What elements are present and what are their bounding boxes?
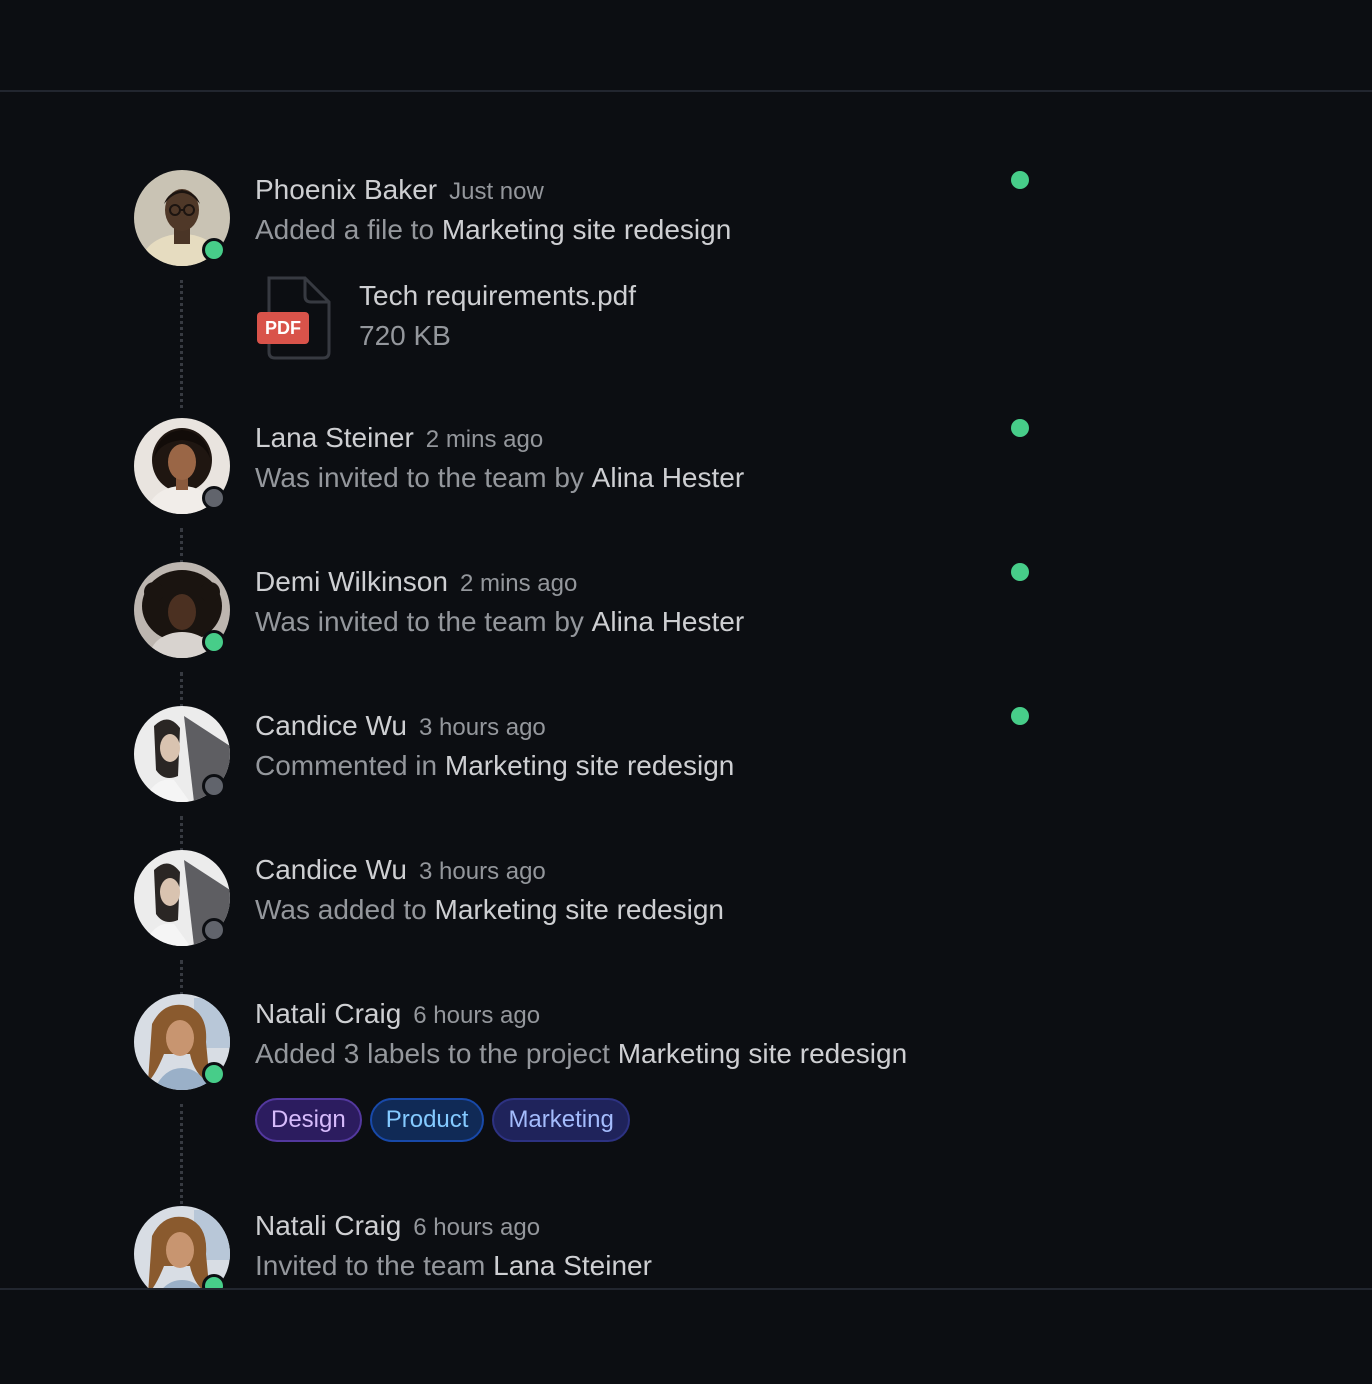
feed-item-content: Candice Wu 3 hours ago Was added to Marke…: [255, 850, 1015, 930]
timestamp: 2 mins ago: [459, 570, 578, 597]
online-status-dot: [202, 238, 226, 262]
label-list: Design Product Marketing: [255, 1098, 1015, 1142]
action-text: Was invited to the team by: [255, 606, 592, 637]
online-status-dot: [202, 630, 226, 654]
avatar[interactable]: [134, 170, 230, 266]
unread-indicator: [1011, 171, 1029, 189]
user-name[interactable]: Natali Craig: [255, 1210, 401, 1241]
timeline-connector: [180, 672, 183, 708]
bottom-divider: [0, 1288, 1372, 1290]
online-status-dot: [202, 1062, 226, 1086]
avatar[interactable]: [134, 562, 230, 658]
user-name[interactable]: Candice Wu: [255, 710, 407, 741]
timestamp: 3 hours ago: [419, 714, 546, 741]
label-badge-design[interactable]: Design: [255, 1098, 362, 1142]
user-name[interactable]: Candice Wu: [255, 854, 407, 885]
timeline-connector: [180, 280, 183, 408]
offline-status-dot: [202, 486, 226, 510]
timestamp: Just now: [449, 178, 544, 205]
file-attachment[interactable]: PDF Tech requirements.pdf 720 KB: [255, 276, 1015, 366]
timeline-connector: [180, 1104, 183, 1204]
svg-text:PDF: PDF: [265, 318, 301, 338]
action-target-link[interactable]: Lana Steiner: [493, 1250, 652, 1281]
avatar[interactable]: [134, 418, 230, 514]
avatar[interactable]: [134, 706, 230, 802]
action-target-link[interactable]: Alina Hester: [592, 462, 745, 493]
file-name[interactable]: Tech requirements.pdf: [359, 276, 636, 316]
timestamp: 6 hours ago: [413, 1214, 541, 1241]
avatar[interactable]: [134, 850, 230, 946]
user-name[interactable]: Natali Craig: [255, 998, 401, 1029]
feed-item-content: Phoenix Baker Just now Added a file to Ma…: [255, 170, 1015, 366]
user-name[interactable]: Lana Steiner: [255, 422, 414, 453]
offline-status-dot: [202, 774, 226, 798]
label-badge-product[interactable]: Product: [369, 1098, 485, 1142]
feed-item-content: Natali Craig 6 hours ago Added 3 labels t…: [255, 994, 1015, 1142]
timeline-connector: [180, 528, 183, 564]
timestamp: 2 mins ago: [425, 426, 544, 453]
activity-feed-list[interactable]: Phoenix Baker Just now Added a file to Ma…: [0, 92, 1372, 1288]
feed-item-content: Demi Wilkinson 2 mins ago Was invited to …: [255, 562, 1015, 642]
timestamp: 6 hours ago: [413, 1002, 541, 1029]
timestamp: 3 hours ago: [419, 858, 546, 885]
pdf-file-icon: PDF: [257, 276, 331, 360]
action-text: Commented in: [255, 750, 445, 781]
feed-item-content: Natali Craig 6 hours ago Invited to the t…: [255, 1206, 1015, 1286]
avatar[interactable]: [134, 994, 230, 1090]
action-target-link[interactable]: Marketing site redesign: [618, 1038, 907, 1069]
user-name[interactable]: Demi Wilkinson: [255, 566, 448, 597]
action-target-link[interactable]: Alina Hester: [592, 606, 745, 637]
feed-item-content: Candice Wu 3 hours ago Commented in Marke…: [255, 706, 1015, 786]
label-badge-marketing[interactable]: Marketing: [492, 1098, 630, 1142]
timeline-connector: [180, 960, 183, 996]
file-size: 720 KB: [359, 320, 451, 351]
timeline-connector: [180, 816, 183, 852]
feed-item-content: Lana Steiner 2 mins ago Was invited to th…: [255, 418, 1015, 498]
activity-feed-panel: Phoenix Baker Just now Added a file to Ma…: [0, 0, 1372, 1384]
offline-status-dot: [202, 918, 226, 942]
avatar[interactable]: [134, 1206, 230, 1288]
action-target-link[interactable]: Marketing site redesign: [435, 894, 724, 925]
action-text: Was added to: [255, 894, 435, 925]
action-text: Invited to the team: [255, 1250, 494, 1281]
action-text: Added 3 labels to the project: [255, 1038, 618, 1069]
action-text: Added a file to: [255, 214, 442, 245]
unread-indicator: [1011, 419, 1029, 437]
unread-indicator: [1011, 707, 1029, 725]
unread-indicator: [1011, 563, 1029, 581]
action-target-link[interactable]: Marketing site redesign: [445, 750, 734, 781]
action-text: Was invited to the team by: [255, 462, 592, 493]
action-target-link[interactable]: Marketing site redesign: [442, 214, 731, 245]
user-name[interactable]: Phoenix Baker: [255, 174, 437, 205]
